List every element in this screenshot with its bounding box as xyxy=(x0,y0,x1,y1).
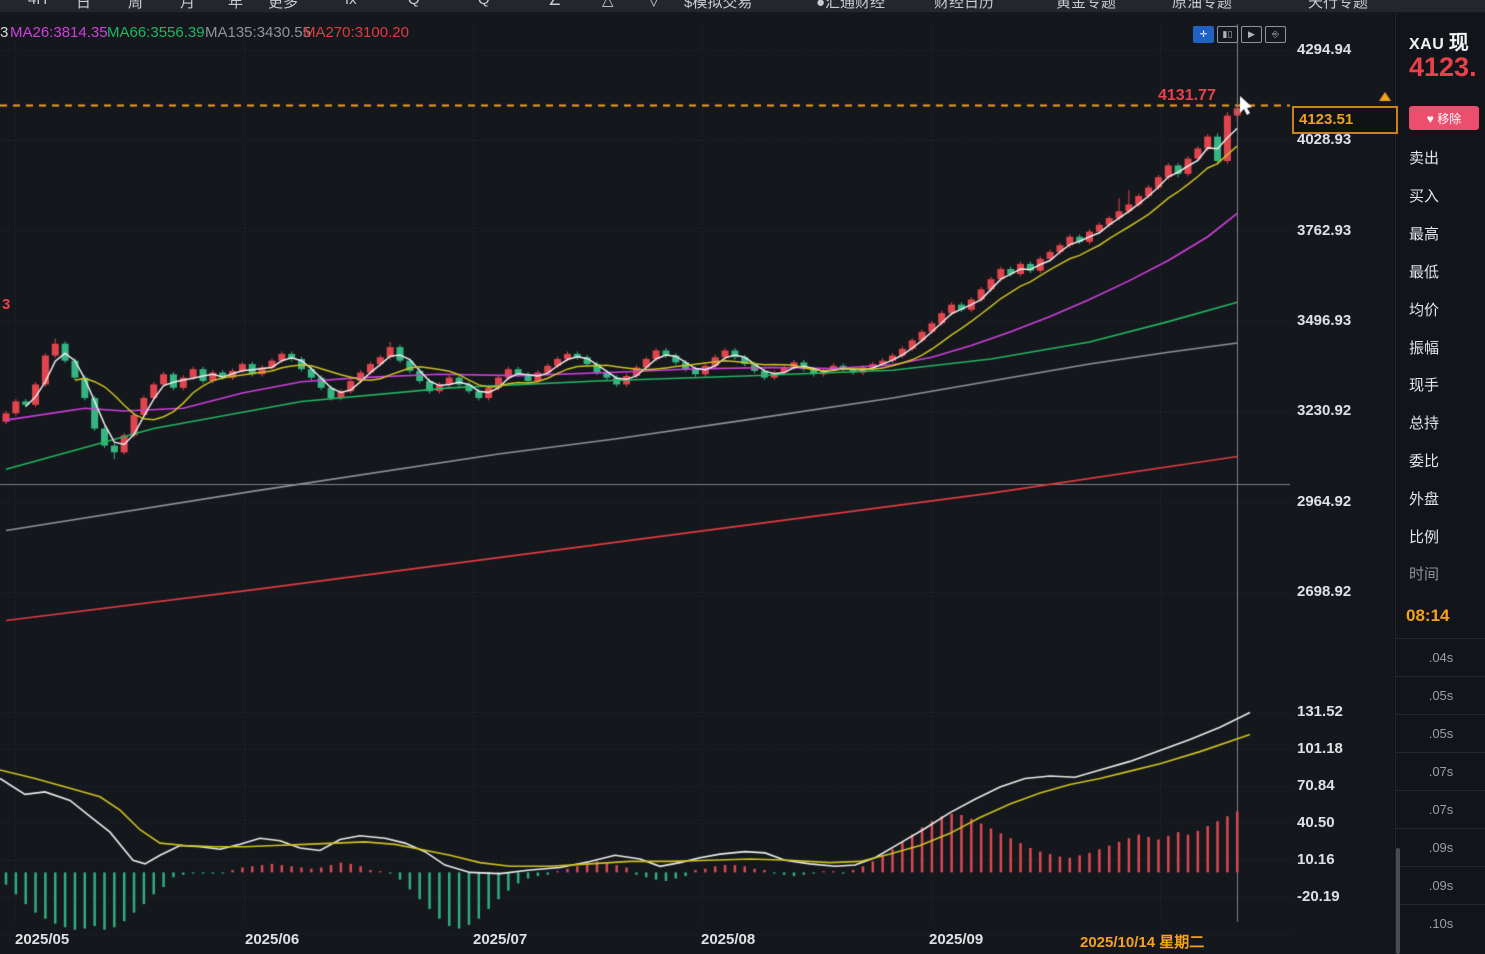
remove-favorite-button[interactable]: ♥ 移除 xyxy=(1409,106,1479,130)
time-sales-row: .10s xyxy=(1396,904,1485,943)
price-tick-label: 3230.92 xyxy=(1297,402,1351,419)
quote-row-label: 外盘 xyxy=(1409,488,1439,509)
time-sales-row: .05s xyxy=(1396,676,1485,715)
quote-row-label: 卖出 xyxy=(1409,147,1439,168)
heart-icon: ♥ xyxy=(1427,112,1434,126)
legend-fragment: 3 xyxy=(0,24,8,41)
toolbar-item-8[interactable]: Q xyxy=(478,0,490,8)
toolbar-item-1[interactable]: 日 xyxy=(76,0,91,12)
date-axis-label: 2025/08 xyxy=(701,931,755,948)
toolbar-item-9[interactable]: ∠ xyxy=(548,0,561,9)
crosshair-date-label: 2025/10/14 星期二 xyxy=(1080,931,1204,952)
time-sales-row: .09s xyxy=(1396,866,1485,905)
indicator-tick-label: 131.52 xyxy=(1297,703,1343,720)
quote-row-label: 最高 xyxy=(1409,223,1439,244)
toolbar-item-13[interactable]: ●汇通财经 xyxy=(816,0,885,12)
ma-legend-item-3: MA270:3100.20 xyxy=(303,24,409,41)
indicator-tick-label: -20.19 xyxy=(1297,888,1340,905)
indicator-tick-label: 40.50 xyxy=(1297,814,1335,831)
toolbar-item-5[interactable]: 更多 xyxy=(268,0,298,12)
chart-toolbar-icons: ✛ ▮▯ ▶ ⎆ xyxy=(1193,26,1286,43)
high-price-annotation: 4131.77 xyxy=(1158,87,1216,105)
time-sales-row: .07s xyxy=(1396,752,1485,791)
kline-chart-canvas[interactable] xyxy=(0,0,1394,954)
time-field-value: 08:14 xyxy=(1406,606,1449,626)
ma-legend-item-0: MA26:3814.35 xyxy=(10,24,108,41)
ma-legend-item-1: MA66:3556.39 xyxy=(107,24,205,41)
time-sales-row: .09s xyxy=(1396,828,1485,867)
chart-playback-icon[interactable]: ▶ xyxy=(1241,26,1262,43)
date-axis-label: 2025/06 xyxy=(245,931,299,948)
chart-style-icon: ▮▯ xyxy=(1223,29,1233,40)
last-price: 4123. xyxy=(1409,52,1477,83)
quote-row-label: 振幅 xyxy=(1409,337,1439,358)
current-price-tag: 4123.51 xyxy=(1292,106,1398,134)
toolbar-item-10[interactable]: △ xyxy=(602,0,614,9)
quote-row-label: 委比 xyxy=(1409,450,1439,471)
quote-row-label: 现手 xyxy=(1409,374,1439,395)
quote-row-label: 比例 xyxy=(1409,526,1439,547)
toolbar-item-0[interactable]: 4H xyxy=(28,0,47,8)
date-axis-label: 2025/07 xyxy=(473,931,527,948)
symbol-title: XAU 现 xyxy=(1409,26,1469,55)
price-tick-label: 3496.93 xyxy=(1297,312,1351,329)
toolbar-item-16[interactable]: 原油专题 xyxy=(1172,0,1232,12)
crosshair-mode-icon[interactable]: ✛ xyxy=(1193,26,1214,43)
ma-legend-item-2: MA135:3430.55 xyxy=(205,24,311,41)
quote-row-label: 均价 xyxy=(1409,299,1439,320)
price-tick-label: 4294.94 xyxy=(1297,41,1351,58)
time-sales-row: .07s xyxy=(1396,790,1485,829)
sidebar-scrollbar[interactable] xyxy=(1396,848,1400,954)
toolbar-item-12[interactable]: $模拟交易 xyxy=(684,0,752,12)
toolbar-item-4[interactable]: 年 xyxy=(228,0,243,12)
clipped-label-fragment: 3 xyxy=(2,296,10,313)
toolbar-item-15[interactable]: 黄金专题 xyxy=(1056,0,1116,12)
date-axis-label: 2025/05 xyxy=(15,931,69,948)
top-toolbar: 4H 日 周 月 年 更多 fx Q Q ∠ △ ▽ $模拟交易 ●汇通财经 财经日历 黄金专题 原油专题 天行专… xyxy=(0,0,1485,13)
exit-chart-icon: ⎆ xyxy=(1272,29,1279,40)
indicator-tick-label: 70.84 xyxy=(1297,777,1335,794)
quote-row-label: 买入 xyxy=(1409,185,1439,206)
quote-sidebar: XAU 现 4123. ♥ 移除 卖出买入最高最低均价振幅现手总持委比外盘比例 … xyxy=(1395,12,1485,954)
chart-region: 3MA26:3814.35MA66:3556.39MA135:3430.55MA… xyxy=(0,0,1394,954)
exit-chart-icon[interactable]: ⎆ xyxy=(1265,26,1286,43)
toolbar-item-7[interactable]: Q xyxy=(408,0,420,8)
symbol-name: 现 xyxy=(1449,32,1469,54)
price-tick-label: 2698.92 xyxy=(1297,583,1351,600)
symbol-code: XAU xyxy=(1409,36,1444,53)
price-tick-label: 2964.92 xyxy=(1297,493,1351,510)
indicator-tick-label: 101.18 xyxy=(1297,740,1343,757)
time-field-label: 时间 xyxy=(1409,563,1439,584)
indicator-tick-label: 10.16 xyxy=(1297,851,1335,868)
quote-row-label: 最低 xyxy=(1409,261,1439,282)
time-sales-row: .04s xyxy=(1396,638,1485,677)
chart-style-icon[interactable]: ▮▯ xyxy=(1217,26,1238,43)
toolbar-item-6[interactable]: fx xyxy=(345,0,357,8)
toolbar-item-11[interactable]: ▽ xyxy=(648,0,660,9)
price-tick-label: 3762.93 xyxy=(1297,222,1351,239)
toolbar-item-14[interactable]: 财经日历 xyxy=(934,0,994,12)
chart-playback-icon: ▶ xyxy=(1248,29,1255,40)
quote-row-label: 总持 xyxy=(1409,412,1439,433)
date-axis-label: 2025/09 xyxy=(929,931,983,948)
toolbar-item-2[interactable]: 周 xyxy=(128,0,143,12)
time-sales-row: .05s xyxy=(1396,714,1485,753)
crosshair-mode-icon: ✛ xyxy=(1200,29,1208,40)
toolbar-item-3[interactable]: 月 xyxy=(180,0,195,12)
toolbar-item-17[interactable]: 天行专题 xyxy=(1308,0,1368,12)
